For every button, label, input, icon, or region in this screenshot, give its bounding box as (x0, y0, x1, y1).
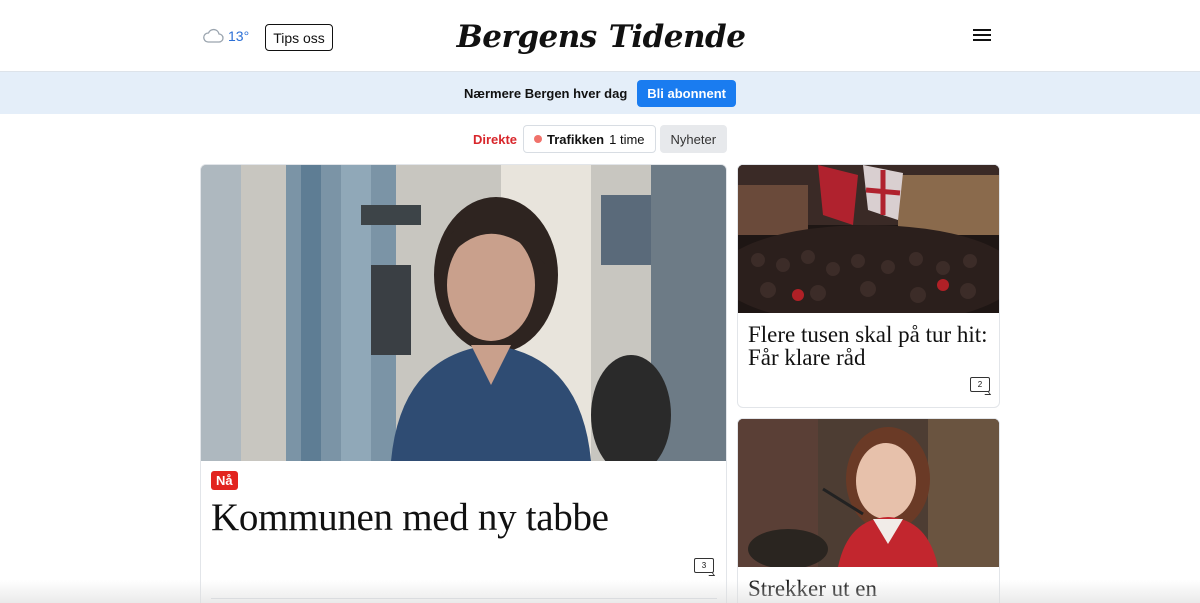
temperature: 13° (228, 28, 250, 44)
side-article-card[interactable]: Flere tusen skal på tur hit: Får klare r… (737, 164, 1000, 408)
site-logo[interactable]: Bergens Tidende (457, 16, 746, 58)
side-headline[interactable]: Flere tusen skal på tur hit: Får klare r… (748, 323, 988, 369)
article-photo (738, 419, 999, 567)
subscription-banner: Nærmere Bergen hver dag Bli abonnent (0, 72, 1200, 114)
main-article-card[interactable]: Nå Kommunen med ny tabbe 3 (200, 164, 727, 603)
subscribe-button[interactable]: Bli abonnent (637, 79, 736, 107)
chip-news-label: Nyheter (670, 131, 717, 147)
main-headline[interactable]: Kommunen med ny tabbe (211, 495, 609, 540)
photo-scene (738, 419, 999, 567)
logo-word-left: Bergens (456, 19, 598, 55)
logo-word-right: Tidende (608, 19, 746, 55)
promo-text: Nærmere Bergen hver dag (464, 85, 628, 101)
photo-scene (201, 165, 726, 461)
live-label: Direkte (472, 131, 518, 147)
photo-scene (738, 165, 999, 313)
tips-button[interactable]: Tips oss (265, 24, 333, 51)
article-photo (738, 165, 999, 313)
hamburger-menu-icon[interactable] (970, 26, 994, 48)
comment-count-icon[interactable]: 3 (694, 558, 716, 576)
side-article-card[interactable]: Strekker ut en (737, 418, 1000, 603)
cloud-icon (203, 28, 224, 43)
live-dot-icon (534, 135, 543, 143)
chip-title: Trafikken (547, 131, 605, 147)
divider (211, 598, 717, 599)
live-topics-bar: Direkte Trafikken 1 time Nyheter (0, 124, 1200, 154)
comment-count-icon[interactable]: 2 (970, 377, 992, 395)
site-header: 13° Tips oss Bergens Tidende (0, 0, 1200, 72)
chip-nyheter[interactable]: Nyheter (659, 125, 728, 153)
weather-widget[interactable]: 13° (202, 28, 249, 44)
side-headline[interactable]: Strekker ut en (748, 577, 988, 600)
now-badge: Nå (211, 471, 238, 490)
chip-time: 1 time (609, 131, 645, 147)
article-photo (201, 165, 726, 461)
chip-trafikken[interactable]: Trafikken 1 time (523, 125, 656, 153)
